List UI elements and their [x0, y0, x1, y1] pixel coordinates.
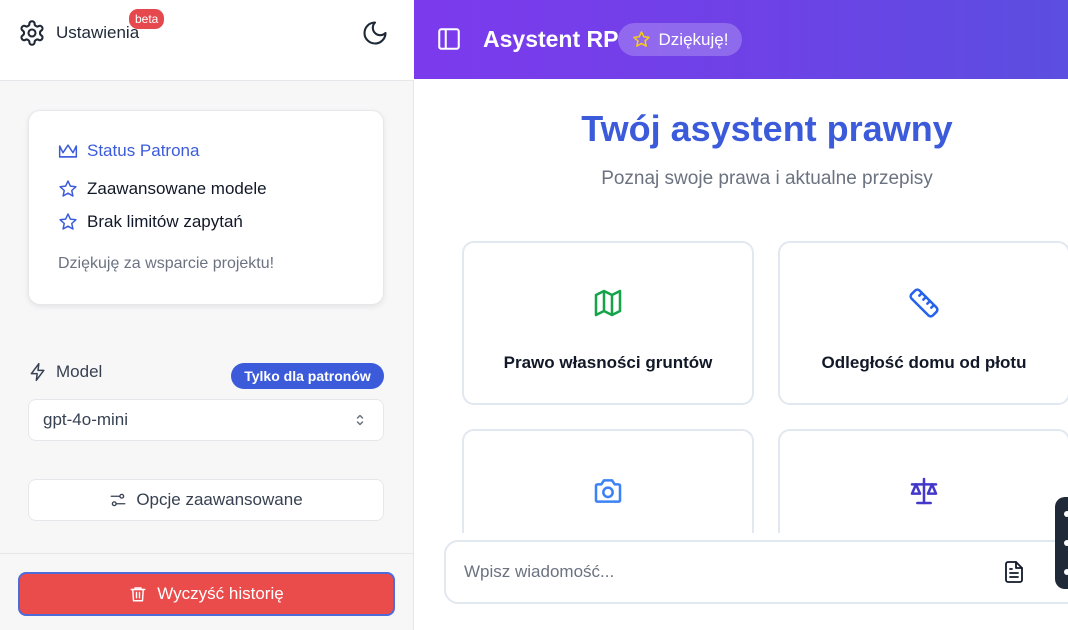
star-icon: [59, 213, 77, 230]
model-label: Model: [28, 362, 102, 382]
advanced-options-button[interactable]: Opcje zaawansowane: [28, 479, 384, 521]
clear-history-label: Wyczyść historię: [157, 584, 284, 603]
topic-card-label: Odległość domu od płotu: [821, 353, 1027, 372]
topic-card-label: Prawo własności gruntów: [503, 353, 713, 372]
star-icon: [59, 180, 77, 197]
widget-dot: [1064, 511, 1068, 517]
model-label-text: Model: [56, 362, 103, 381]
camera-icon: [594, 479, 622, 503]
hero-subtitle: Poznaj swoje prawa i aktualne przepisy: [601, 168, 933, 189]
topic-card-fence-distance[interactable]: Odległość domu od płotu: [778, 241, 1068, 405]
app-header: Asystent RP Dziękuję!: [414, 0, 1068, 79]
ruler-icon: [909, 288, 939, 318]
model-select[interactable]: gpt-4o-mini: [28, 399, 384, 441]
moon-icon: [363, 21, 387, 45]
patron-status-title: Status Patrona: [87, 141, 200, 160]
patron-status-row: Status Patrona: [58, 141, 199, 161]
settings-button[interactable]: Ustawienia: [18, 16, 139, 50]
widget-dot: [1064, 569, 1068, 575]
thanks-button[interactable]: Dziękuję!: [618, 23, 742, 56]
patron-only-badge: Tylko dla patronów: [231, 363, 384, 389]
sidebar: Ustawienia beta Status Patrona Zaawansow…: [0, 0, 414, 630]
patron-feature-label: Zaawansowane modele: [87, 179, 267, 198]
floating-side-widget[interactable]: [1055, 497, 1068, 589]
beta-badge: beta: [129, 9, 165, 29]
sidebar-divider: [0, 553, 414, 554]
clear-history-button[interactable]: Wyczyść historię: [18, 572, 395, 616]
thanks-button-label: Dziękuję!: [658, 29, 729, 49]
theme-toggle-button[interactable]: [359, 17, 391, 49]
app-title: Asystent RP: [483, 26, 619, 52]
sidebar-header: Ustawienia beta: [0, 0, 414, 81]
widget-dot: [1064, 540, 1068, 546]
crown-icon: [58, 144, 78, 158]
gear-icon: [20, 20, 44, 46]
star-icon: [632, 31, 650, 47]
hero-title: Twój asystent prawny: [581, 108, 953, 149]
patron-feature-label: Brak limitów zapytań: [87, 212, 243, 231]
topic-card-land-ownership[interactable]: Prawo własności gruntów: [462, 241, 754, 405]
sidebar-toggle-icon[interactable]: [436, 26, 462, 52]
patron-feature-item: Brak limitów zapytań: [58, 212, 243, 232]
patron-status-card: Status Patrona Zaawansowane modele Brak …: [28, 110, 384, 305]
patron-feature-item: Zaawansowane modele: [58, 179, 267, 199]
sliders-icon: [110, 493, 126, 507]
scale-icon: [910, 477, 938, 505]
settings-label: Ustawienia: [56, 23, 140, 42]
trash-icon: [130, 587, 146, 602]
model-select-value: gpt-4o-mini: [43, 410, 129, 429]
zap-icon: [30, 362, 45, 382]
patron-thanks-text: Dziękuję za wsparcie projektu!: [58, 255, 275, 272]
message-input[interactable]: [444, 540, 1068, 604]
message-composer: [414, 533, 1068, 630]
document-icon[interactable]: [1002, 559, 1026, 585]
advanced-options-label: Opcje zaawansowane: [136, 490, 303, 509]
chevrons-up-down-icon: [356, 414, 364, 426]
map-icon: [594, 289, 622, 317]
